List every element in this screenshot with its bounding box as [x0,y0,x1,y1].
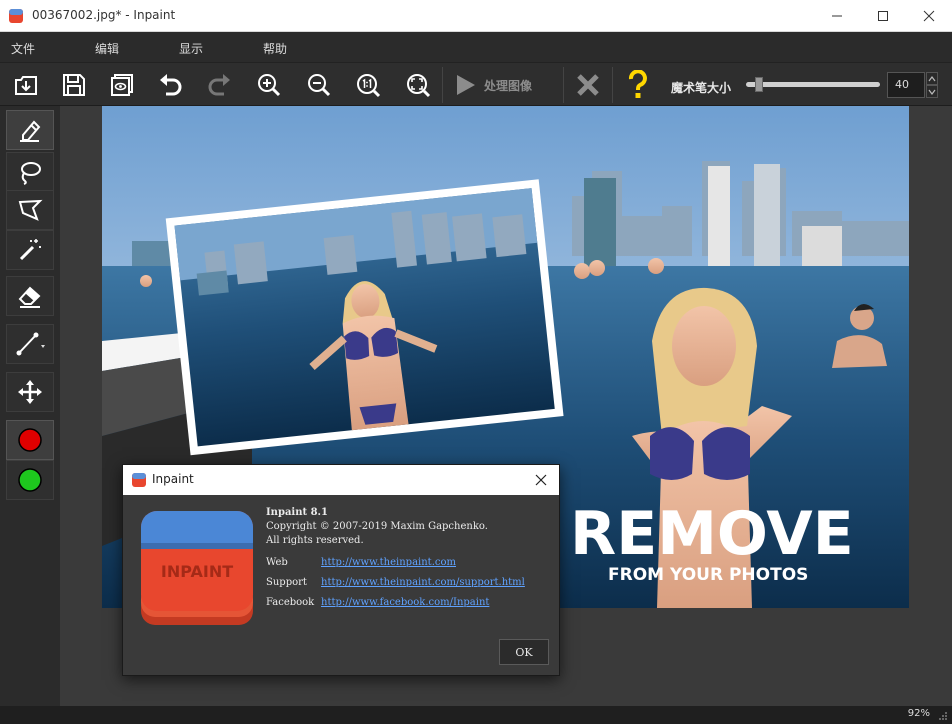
redo-button[interactable] [202,67,238,103]
about-dialog-title: Inpaint [152,472,194,486]
lasso-icon [21,162,41,185]
brush-size-input[interactable]: 40 [887,72,925,98]
zoom-in-icon [258,74,281,97]
brush-size-down-button[interactable] [926,85,938,98]
polygon-lasso-icon [18,199,43,221]
move-arrows-icon [18,380,42,404]
preview-button[interactable] [104,67,140,103]
chevron-down-icon [928,89,936,95]
window-title: 00367002.jpg* - Inpaint [32,8,176,22]
help-button[interactable] [620,67,656,103]
cancel-button[interactable] [570,67,606,103]
photo-subline-text: FROM YOUR PHOTOS [608,565,808,585]
zoom-level: 92% [907,708,930,719]
maximize-icon [878,10,888,21]
polygon-lasso-tool-button[interactable] [6,190,54,230]
status-bar: 92% [0,706,952,724]
save-button[interactable] [56,67,92,103]
undo-icon [160,74,182,96]
magic-wand-tool-button[interactable] [6,230,54,270]
chevron-up-icon [928,75,936,81]
product-name: Inpaint 8.1 [266,507,328,518]
rights-text: All rights reserved. [266,535,364,546]
zoom-out-icon [308,74,331,97]
inpaint-logo-text: INPAINT [161,562,233,581]
play-icon [457,75,475,95]
close-icon [923,10,935,21]
eraser-tool-button[interactable] [6,276,54,316]
brush-size-label: 魔术笔大小 [671,81,732,95]
close-icon [535,474,547,486]
minimize-button[interactable] [814,0,860,31]
inpaint-app-icon [132,473,146,487]
redo-icon [208,74,230,96]
actual-size-icon [357,74,381,98]
save-icon [63,74,85,96]
eraser-icon [18,286,41,308]
lasso-tool-button[interactable] [6,152,54,192]
facebook-label: Facebook [266,597,315,608]
menu-edit[interactable]: 编辑 [95,40,119,57]
inpaint-app-icon [9,9,23,23]
process-image-button[interactable]: 处理图像 [452,67,560,103]
open-file-icon [15,76,37,95]
marker-icon [20,120,41,142]
fit-window-button[interactable] [400,67,436,103]
magic-wand-icon [19,239,41,261]
menu-bar: 文件 编辑 显示 帮助 [0,32,952,62]
process-image-label: 处理图像 [484,78,533,93]
support-link[interactable]: http://www.theinpaint.com/support.html [321,577,525,588]
menu-view[interactable]: 显示 [179,40,203,57]
resize-grip-icon[interactable] [938,711,948,721]
inpaint-logo: INPAINT [141,511,253,625]
green-color-swatch-icon [18,468,42,492]
facebook-link[interactable]: http://www.facebook.com/Inpaint [321,597,489,608]
line-tool-button[interactable] [6,324,54,364]
question-icon [628,70,647,98]
copyright-text: Copyright © 2007-2019 Maxim Gapchenko. [266,521,488,532]
preview-icon [111,74,133,96]
red-color-swatch-icon [18,428,42,452]
fit-window-icon [407,74,431,98]
minimize-icon [832,15,842,16]
marker-tool-button[interactable] [6,110,54,150]
support-label: Support [266,577,307,588]
move-tool-button[interactable] [6,372,54,412]
cross-icon [577,74,599,96]
photo-headline-text: REMOVE [570,499,854,569]
toolbar-separator [612,67,613,103]
line-segment-icon [16,332,45,356]
actual-size-button[interactable] [350,67,386,103]
undo-button[interactable] [152,67,188,103]
zoom-out-button[interactable] [301,67,337,103]
open-file-button[interactable] [8,67,44,103]
close-button[interactable] [906,0,952,31]
green-marker-color-button[interactable] [6,460,54,500]
web-link[interactable]: http://www.theinpaint.com [321,557,456,568]
about-dialog-close-button[interactable] [531,470,551,490]
brush-size-slider-thumb[interactable] [754,77,763,92]
brush-size-slider[interactable] [746,82,880,87]
red-marker-color-button[interactable] [6,420,54,460]
toolbar-separator [563,67,564,103]
zoom-in-button[interactable] [251,67,287,103]
maximize-button[interactable] [860,0,906,31]
title-bar: 00367002.jpg* - Inpaint [0,0,952,32]
toolbar-separator [442,67,443,103]
menu-file[interactable]: 文件 [11,40,35,57]
about-dialog: Inpaint INPAINT Inpaint 8.1 Copyright © … [122,464,560,676]
ok-button[interactable]: OK [499,639,549,665]
brush-size-up-button[interactable] [926,72,938,85]
web-label: Web [266,557,288,568]
menu-help[interactable]: 帮助 [263,40,287,57]
about-dialog-title-bar: Inpaint [123,465,559,495]
